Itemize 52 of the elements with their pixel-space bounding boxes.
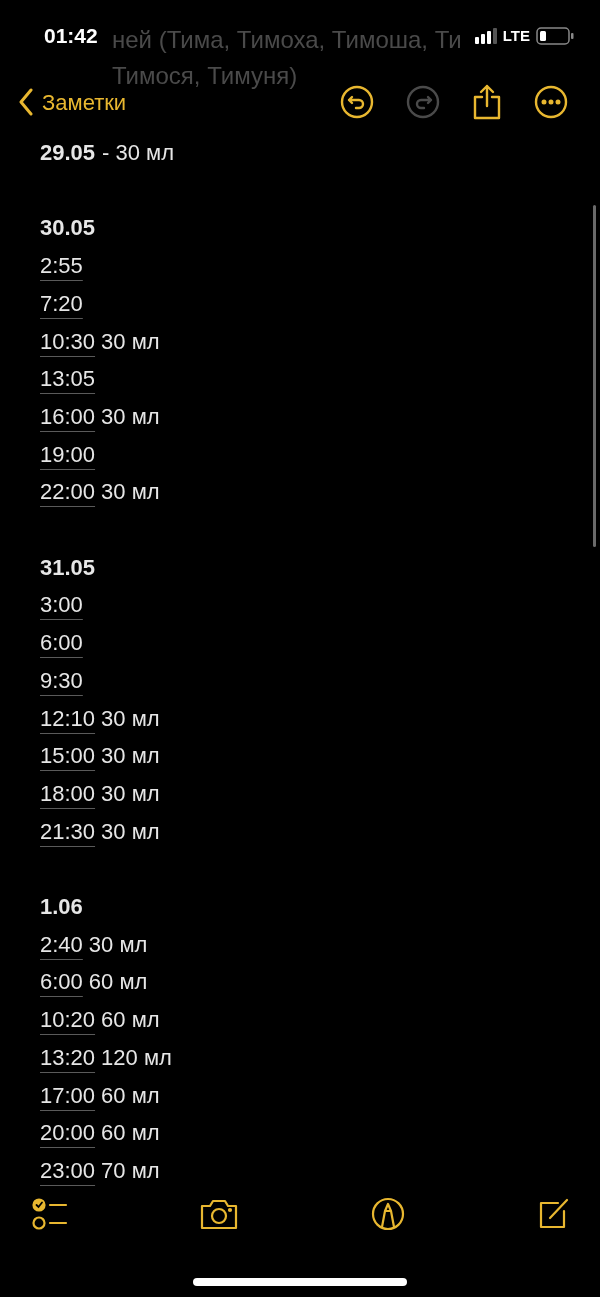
signal-icon <box>474 28 497 44</box>
time-link[interactable]: 19:00 <box>40 435 96 474</box>
amount-text: 30 мл <box>101 742 160 771</box>
time-link[interactable]: 22:00 <box>40 473 96 511</box>
time-link[interactable]: 2:55 <box>40 247 83 285</box>
pen-icon[interactable] <box>370 1197 405 1231</box>
undo-icon[interactable] <box>340 85 374 119</box>
status-time: 01:42 <box>44 23 98 50</box>
time-link[interactable]: 21:30 <box>40 812 96 851</box>
time-link[interactable]: 7:20 <box>40 284 83 323</box>
chevron-left-icon <box>18 88 34 116</box>
time-link[interactable]: 15:00 <box>40 737 96 775</box>
battery-icon <box>536 27 574 45</box>
time-link[interactable]: 6:00 <box>40 963 83 1002</box>
time-link[interactable]: 23:00 <box>40 1151 96 1190</box>
date-heading: 29.05 <box>40 139 96 167</box>
amount-text: 30 мл <box>101 327 160 356</box>
amount-text: 30 мл <box>88 930 148 959</box>
time-link[interactable]: 10:20 <box>40 1001 96 1039</box>
amount-text: 30 мл <box>101 817 160 846</box>
time-link[interactable]: 12:10 <box>40 699 96 738</box>
amount-text: 30 мл <box>101 478 160 507</box>
time-link[interactable]: 13:05 <box>40 360 96 398</box>
time-link[interactable]: 3:00 <box>40 586 83 625</box>
amount-text: 30 мл <box>101 402 160 431</box>
camera-icon[interactable] <box>199 1198 240 1230</box>
amount-text: 70 мл <box>101 1156 160 1185</box>
time-link[interactable]: 20:00 <box>40 1114 96 1152</box>
time-link[interactable]: 9:30 <box>40 661 83 700</box>
checklist-icon[interactable] <box>32 1198 68 1230</box>
amount-text: - 30 мл <box>102 139 175 167</box>
share-icon[interactable] <box>472 84 502 120</box>
date-heading: 31.05 <box>40 553 96 582</box>
scrolled-title-text: ней (Тима, Тимоха, Тимоша, Ти <box>112 25 462 55</box>
time-link[interactable]: 6:00 <box>40 624 83 662</box>
amount-text: 120 мл <box>101 1043 172 1072</box>
amount-text: 30 мл <box>101 704 160 733</box>
more-icon[interactable] <box>534 85 568 119</box>
amount-text: 60 мл <box>101 1006 160 1035</box>
amount-text: 60 мл <box>101 1119 160 1148</box>
amount-text: 60 мл <box>101 1081 160 1110</box>
time-link[interactable]: 17:00 <box>40 1076 96 1115</box>
time-link[interactable]: 10:30 <box>40 322 96 361</box>
time-link[interactable]: 13:20 <box>40 1038 96 1077</box>
time-link[interactable]: 16:00 <box>40 397 96 436</box>
amount-text: 30 мл <box>101 779 160 808</box>
date-heading: 30.05 <box>40 214 96 243</box>
date-heading: 1.06 <box>40 893 83 921</box>
network-label: LTE <box>502 25 530 46</box>
amount-text: 60 мл <box>88 968 148 997</box>
time-link[interactable]: 2:40 <box>40 925 83 964</box>
time-link[interactable]: 18:00 <box>40 774 96 813</box>
